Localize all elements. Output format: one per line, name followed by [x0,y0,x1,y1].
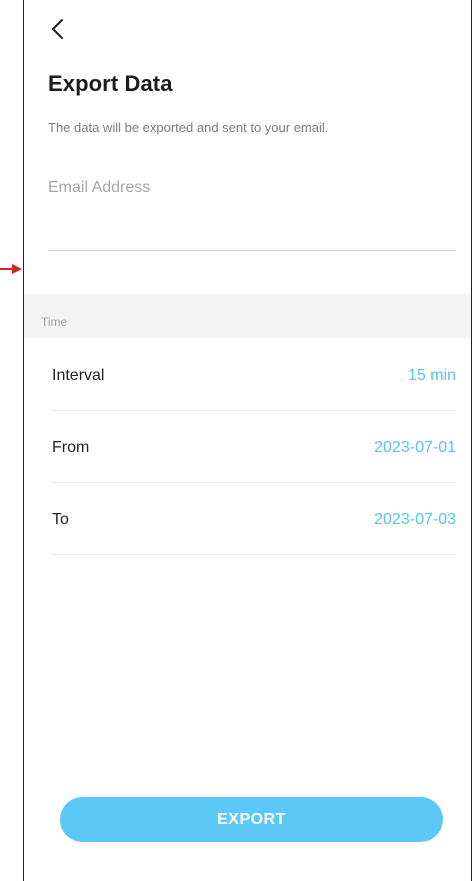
export-button[interactable]: EXPORT [60,797,443,842]
to-date-row[interactable]: To 2023-07-03 [52,483,456,555]
annotation-arrow-head [12,264,22,274]
interval-label: Interval [52,367,105,384]
email-field[interactable] [48,176,456,251]
back-button[interactable] [46,14,72,44]
from-date-row[interactable]: From 2023-07-01 [52,411,456,483]
from-label: From [52,439,90,456]
chevron-left-icon [52,19,63,39]
to-label: To [52,511,69,528]
page-subtitle: The data will be exported and sent to yo… [48,120,329,135]
page-title: Export Data [48,71,173,96]
from-date-value: 2023-07-01 [374,439,456,456]
phone-screen: Export Data The data will be exported an… [23,0,472,881]
to-date-value: 2023-07-03 [374,511,456,528]
interval-value: 15 min [407,367,456,384]
time-section-label: Time [41,315,68,329]
interval-row[interactable]: Interval 15 min [52,339,456,411]
annotation-arrow [0,264,22,274]
time-section-header: Time [24,294,471,338]
